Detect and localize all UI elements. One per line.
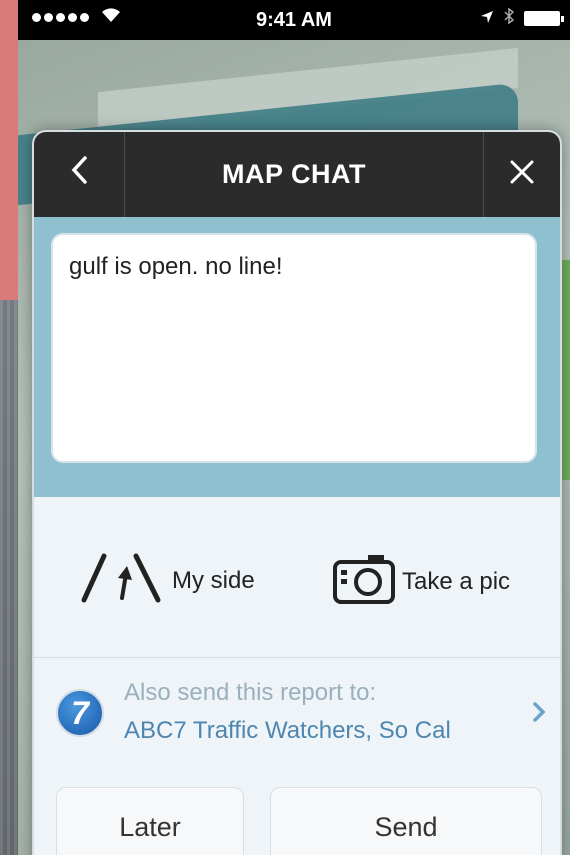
phone-screen: 9:41 AM MAP CHAT gulf is open. no line! …	[18, 0, 570, 855]
report-prompt: Also send this report to:	[124, 679, 377, 706]
close-icon	[509, 155, 535, 194]
my-side-button[interactable]: My side	[80, 552, 255, 609]
chevron-right-icon	[532, 701, 546, 730]
send-button[interactable]: Send	[270, 787, 542, 855]
actions-row: My side Take a pic	[34, 497, 560, 658]
report-recipient: ABC7 Traffic Watchers, So Cal	[124, 717, 451, 744]
take-pic-button[interactable]: Take a pic	[332, 552, 510, 611]
battery-icon	[524, 11, 564, 26]
message-input[interactable]: gulf is open. no line!	[51, 233, 537, 463]
take-pic-label: Take a pic	[402, 567, 511, 595]
message-frame: gulf is open. no line!	[34, 217, 560, 497]
close-button[interactable]	[483, 132, 560, 217]
status-bar: 9:41 AM	[18, 0, 570, 40]
chevron-left-icon	[70, 155, 88, 194]
status-right-icons	[480, 7, 564, 29]
map-chat-dialog: MAP CHAT gulf is open. no line! My side …	[32, 130, 562, 855]
report-destination-row[interactable]: 7 Also send this report to: ABC7 Traffic…	[34, 657, 560, 772]
road-sides-icon	[80, 552, 166, 609]
my-side-label: My side	[172, 566, 255, 594]
bluetooth-icon	[504, 7, 515, 29]
location-arrow-icon	[480, 8, 494, 29]
abc7-logo: 7	[56, 689, 104, 737]
later-button[interactable]: Later	[56, 787, 244, 855]
dialog-title: MAP CHAT	[222, 159, 366, 189]
back-button[interactable]	[34, 132, 125, 217]
camera-icon	[332, 552, 396, 611]
dialog-header: MAP CHAT	[34, 132, 560, 217]
